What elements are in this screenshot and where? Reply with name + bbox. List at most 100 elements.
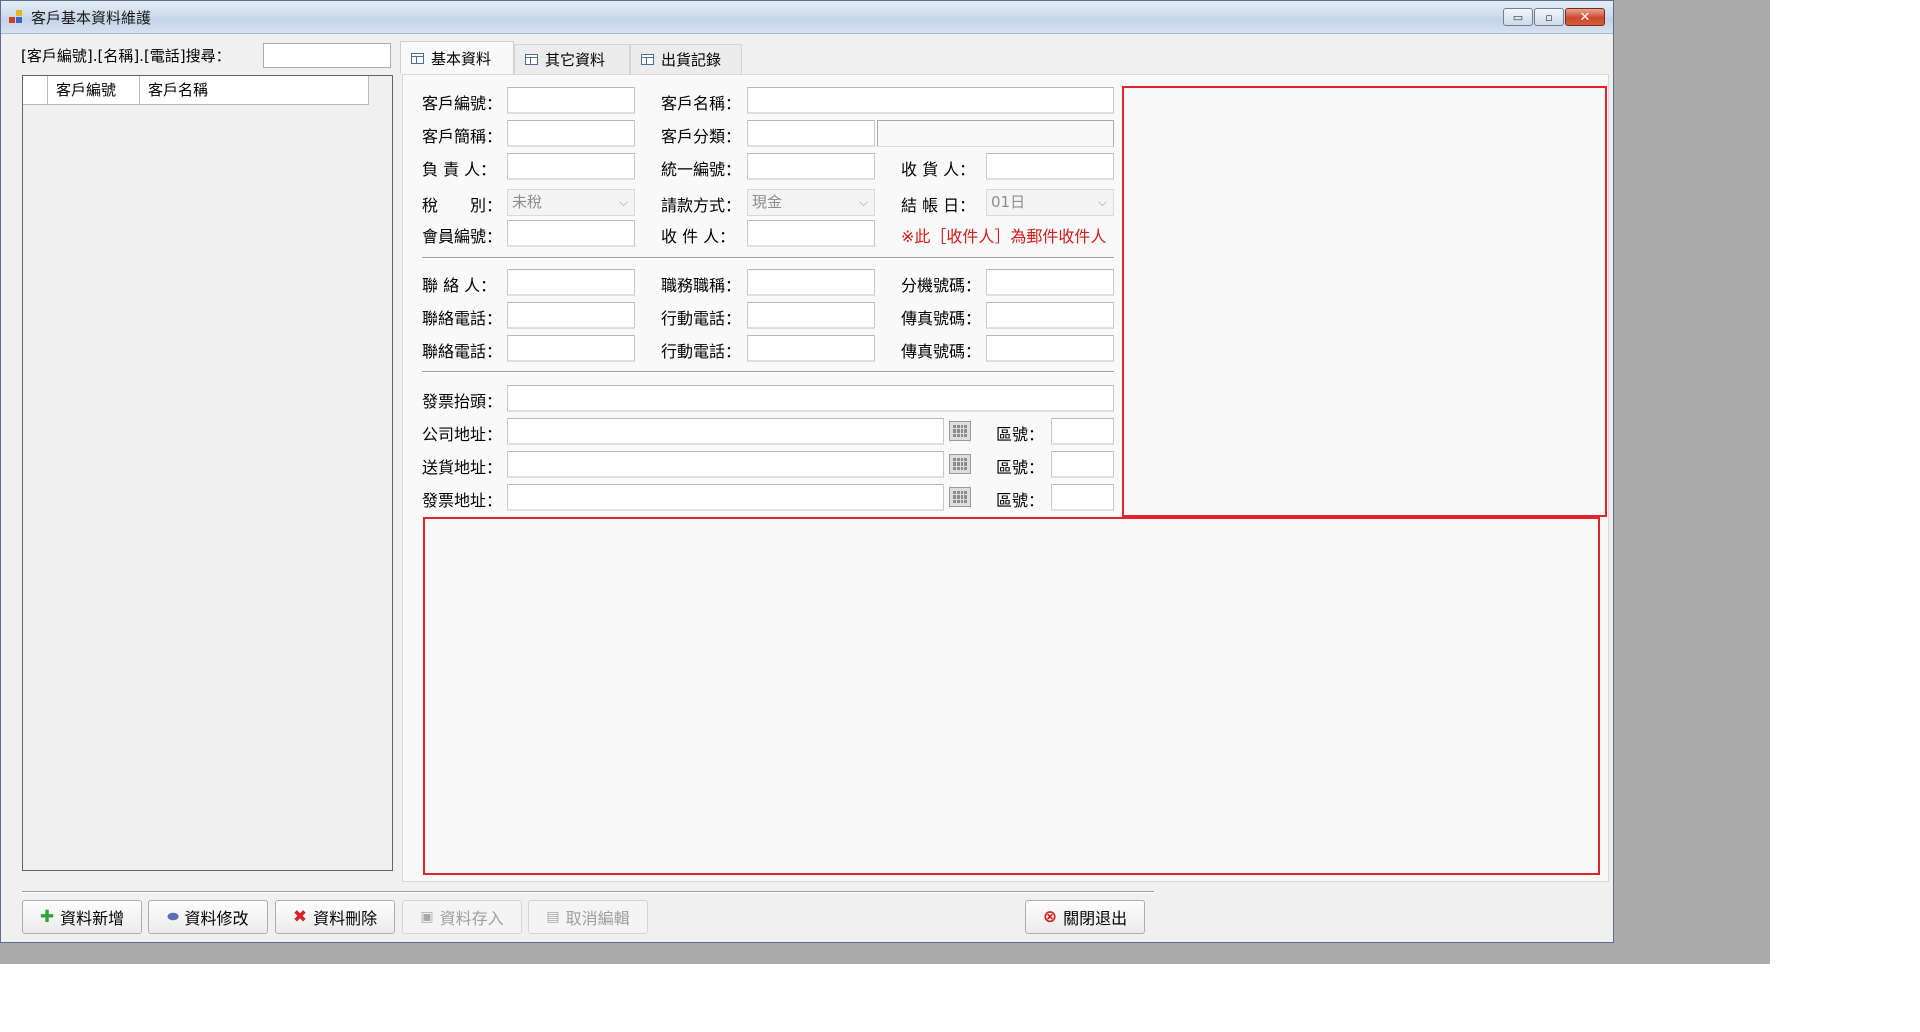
customer-category-name-field [877, 120, 1114, 147]
column-header-customer-name[interactable]: 客戶名稱 [140, 76, 369, 104]
fax1-label: 傳真號碼： [901, 309, 982, 328]
tab-label: 基本資料 [431, 49, 492, 68]
delete-record-label: 資料刪除 [313, 909, 378, 928]
payment-method-label: 請款方式： [661, 196, 742, 215]
mobile1-label: 行動電話： [661, 309, 742, 328]
fax1-field[interactable] [986, 302, 1114, 329]
invoice-zip-label: 區號： [996, 491, 1045, 510]
mobile1-field[interactable] [747, 302, 875, 329]
tab-label: 其它資料 [545, 51, 606, 69]
customer-category-label: 客戶分類： [661, 127, 742, 146]
add-record-button[interactable]: ✚ 資料新增 [22, 900, 142, 934]
minimize-button[interactable]: ▭ [1503, 8, 1533, 26]
table-icon [641, 54, 654, 65]
cancel-edit-label: 取消編輯 [565, 909, 630, 928]
tab-basic-info[interactable]: 基本資料 [400, 41, 514, 74]
customer-grid[interactable]: 客戶編號 客戶名稱 [22, 75, 393, 871]
title-bar[interactable]: 客戶基本資料維護 ▭ ▫ ✕ [1, 1, 1613, 34]
job-title-field[interactable] [747, 269, 875, 296]
payment-method-value: 現金 [752, 193, 783, 211]
delivery-addr-field[interactable] [507, 451, 944, 478]
recipient-field[interactable] [747, 220, 875, 247]
chevron-down-icon: ⌵ [618, 195, 628, 209]
contact-label: 聯 絡 人： [422, 276, 497, 295]
table-icon [525, 54, 538, 65]
table-icon [411, 52, 424, 64]
main-window: 客戶基本資料維護 ▭ ▫ ✕ [客戶編號].[名稱].[電話]搜尋： 客戶編號 … [0, 0, 1614, 943]
edit-record-label: 資料修改 [184, 909, 249, 928]
contact-field[interactable] [507, 269, 635, 296]
search-label: [客戶編號].[名稱].[電話]搜尋： [21, 47, 231, 65]
restore-icon: ▫ [1545, 10, 1553, 24]
customer-short-label: 客戶簡稱： [422, 127, 503, 146]
tax-id-label: 統一編號： [661, 160, 742, 179]
floppy-icon: ▣ [420, 909, 434, 925]
invoice-title-field[interactable] [507, 385, 1114, 412]
phone2-field[interactable] [507, 335, 635, 362]
fax2-field[interactable] [986, 335, 1114, 362]
fax2-label: 傳真號碼： [901, 342, 982, 361]
owner-label: 負 責 人： [422, 160, 497, 179]
separator-1 [422, 257, 1114, 259]
keyboard-icon[interactable] [949, 487, 971, 507]
close-window-button[interactable]: ✕ [1565, 8, 1605, 26]
delivery-zip-field[interactable] [1051, 451, 1114, 478]
search-input[interactable] [263, 43, 391, 68]
customer-no-field[interactable] [507, 87, 635, 114]
company-zip-label: 區號： [996, 425, 1045, 444]
owner-field[interactable] [507, 153, 635, 180]
company-zip-field[interactable] [1051, 418, 1114, 445]
member-no-field[interactable] [507, 220, 635, 247]
customer-name-field[interactable] [747, 87, 1114, 114]
grid-header: 客戶編號 客戶名稱 [23, 76, 369, 105]
recipient-label: 收 件 人： [661, 227, 736, 246]
closing-day-select[interactable]: 01日 ⌵ [986, 189, 1114, 216]
keyboard-icon[interactable] [949, 454, 971, 474]
delivery-addr-label: 送貨地址： [422, 458, 503, 477]
company-addr-field[interactable] [507, 418, 944, 445]
add-record-label: 資料新增 [60, 909, 125, 928]
phone2-label: 聯絡電話： [422, 342, 503, 361]
highlight-box-bottom [423, 517, 1600, 875]
save-record-button[interactable]: ▣ 資料存入 [402, 900, 522, 934]
closing-day-value: 01日 [991, 193, 1026, 211]
mobile2-field[interactable] [747, 335, 875, 362]
customer-no-label: 客戶編號： [422, 94, 503, 113]
column-header-customer-no[interactable]: 客戶編號 [48, 76, 140, 104]
customer-category-field[interactable] [747, 120, 875, 147]
tax-id-field[interactable] [747, 153, 875, 180]
phone1-field[interactable] [507, 302, 635, 329]
separator-2 [422, 371, 1114, 373]
row-header-cell[interactable] [23, 76, 48, 104]
tax-type-label: 稅 別： [422, 196, 503, 215]
payment-method-select[interactable]: 現金 ⌵ [747, 189, 875, 216]
cancel-edit-button[interactable]: ▤ 取消編輯 [528, 900, 648, 934]
customer-name-label: 客戶名稱： [661, 94, 742, 113]
receiver-field[interactable] [986, 153, 1114, 180]
minimize-icon: ▭ [1512, 10, 1524, 24]
company-addr-label: 公司地址： [422, 425, 503, 444]
restore-button[interactable]: ▫ [1534, 8, 1564, 26]
tab-label: 出貨記錄 [661, 51, 722, 69]
tab-other-info[interactable]: 其它資料 [514, 44, 630, 74]
tax-type-select[interactable]: 未稅 ⌵ [507, 189, 635, 216]
invoice-zip-field[interactable] [1051, 484, 1114, 511]
edit-record-button[interactable]: ⬬ 資料修改 [148, 900, 268, 934]
customer-short-field[interactable] [507, 120, 635, 147]
extension-label: 分機號碼： [901, 276, 982, 295]
close-exit-button[interactable]: ⊗ 關閉退出 [1025, 900, 1145, 934]
x-icon: ✖ [292, 906, 308, 927]
delete-record-button[interactable]: ✖ 資料刪除 [275, 900, 395, 934]
tab-shipping-records[interactable]: 出貨記錄 [630, 44, 742, 74]
member-no-label: 會員編號： [422, 227, 503, 246]
invoice-addr-field[interactable] [507, 484, 944, 511]
window-title: 客戶基本資料維護 [31, 9, 152, 27]
chevron-down-icon: ⌵ [858, 195, 868, 209]
extension-field[interactable] [986, 269, 1114, 296]
bottom-separator [22, 891, 1154, 893]
doc-icon: ▤ [546, 909, 560, 925]
chevron-down-icon: ⌵ [1097, 195, 1107, 209]
keyboard-icon[interactable] [949, 421, 971, 441]
closing-day-label: 結 帳 日： [901, 196, 976, 215]
tax-type-value: 未稅 [512, 193, 543, 211]
